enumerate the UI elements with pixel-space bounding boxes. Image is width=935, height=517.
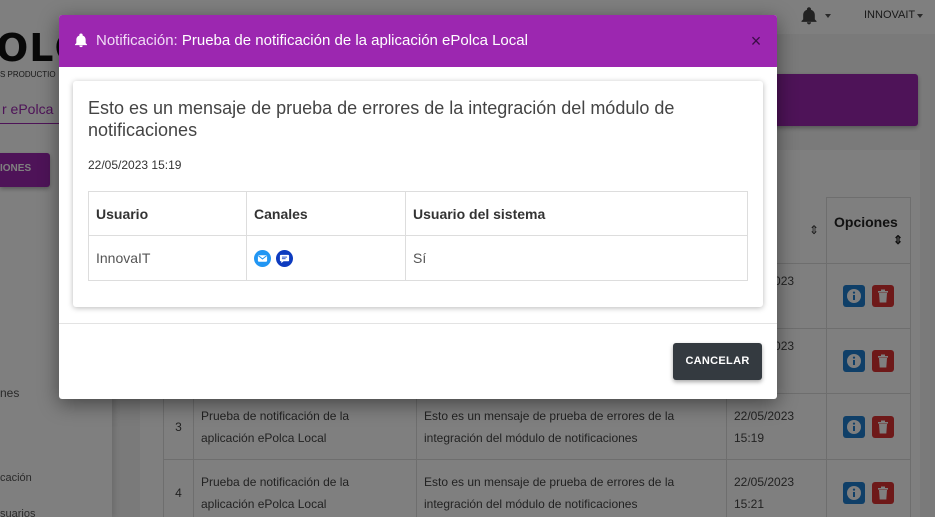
table-cell-user: InnovaIT: [88, 235, 247, 281]
column-header-user: Usuario: [88, 191, 247, 236]
modal-body: Esto es un mensaje de prueba de errores …: [59, 67, 777, 323]
email-icon: [254, 249, 271, 267]
bell-icon: [75, 33, 87, 48]
recipients-table: Usuario Canales Usuario del sistema Inno…: [88, 191, 748, 281]
table-cell-channels: [246, 235, 406, 281]
modal-divider: [59, 323, 777, 324]
table-cell-system-user: Sí: [405, 235, 748, 281]
column-header-channels: Canales: [246, 191, 406, 236]
table-header-row: Usuario Canales Usuario del sistema: [88, 191, 748, 236]
cancel-button[interactable]: CANCELAR: [673, 343, 762, 380]
modal-title-prefix: Notificación:: [96, 32, 178, 49]
table-row: InnovaIT Sí: [88, 235, 748, 281]
modal-title-text: Prueba de notificación de la aplicación …: [181, 32, 528, 49]
chat-icon: [275, 249, 293, 267]
notification-modal: Notificación: Prueba de notificación de …: [59, 15, 777, 399]
notification-message: Esto es un mensaje de prueba de errores …: [88, 98, 675, 140]
message-card: Esto es un mensaje de prueba de errores …: [73, 81, 763, 307]
column-header-system-user: Usuario del sistema: [405, 191, 748, 236]
close-icon[interactable]: ×: [749, 29, 763, 53]
modal-title: Notificación: Prueba de notificación de …: [96, 32, 528, 49]
notification-date: 22/05/2023 15:19: [88, 158, 182, 172]
modal-header: Notificación: Prueba de notificación de …: [59, 15, 777, 67]
